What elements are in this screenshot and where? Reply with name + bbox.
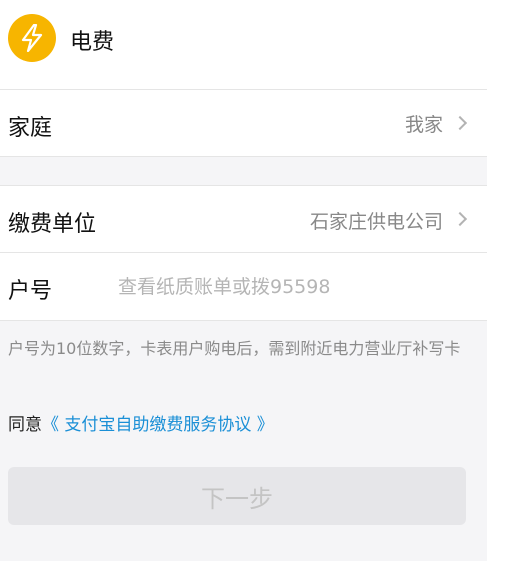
page-title: 电费: [70, 30, 115, 55]
agreement-prefix: 同意: [8, 415, 42, 435]
account-number-label: 户号: [8, 279, 53, 304]
service-agreement-link[interactable]: 《 支付宝自助缴费服务协议 》: [42, 415, 274, 435]
family-label: 家庭: [8, 116, 53, 141]
payment-unit-selector[interactable]: 缴费单位 石家庄供电公司: [0, 185, 487, 253]
right-margin: [487, 0, 511, 561]
electricity-payment-screen: 电费 家庭 我家 缴费单位 石家庄供电公司 户号 户号为10位数字，卡表用户购电…: [0, 0, 487, 561]
family-value: 我家: [404, 114, 443, 136]
payment-unit-value: 石家庄供电公司: [309, 211, 443, 233]
account-number-row: 户号: [0, 253, 487, 321]
payment-unit-label: 缴费单位: [8, 212, 97, 237]
chevron-right-icon: [452, 211, 468, 227]
chevron-right-icon: [452, 115, 468, 131]
agreement-line: 同意《 支付宝自助缴费服务协议 》: [8, 410, 274, 435]
family-selector[interactable]: 家庭 我家: [0, 90, 487, 157]
account-hint-text: 户号为10位数字，卡表用户购电后，需到附近电力营业厅补写卡: [8, 339, 461, 358]
next-step-button[interactable]: 下一步: [8, 467, 466, 525]
account-number-input[interactable]: [118, 267, 468, 307]
lightning-bolt-icon: [8, 14, 56, 62]
header: 电费: [0, 0, 487, 90]
